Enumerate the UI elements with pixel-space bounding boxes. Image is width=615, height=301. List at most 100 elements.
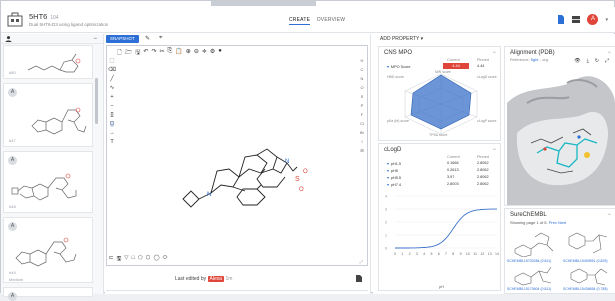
atom-br-icon[interactable]: Br — [360, 130, 364, 135]
clogd-row[interactable]: ▾ pH5.5 — [387, 175, 402, 181]
refresh-icon[interactable]: ↻ — [595, 58, 599, 64]
minus-icon[interactable]: − — [607, 50, 611, 56]
mpo-score-row[interactable]: ▾ MPO Score — [387, 64, 411, 70]
eye-icon[interactable]: 👁 — [574, 58, 580, 64]
text-tool-icon[interactable]: T — [110, 139, 113, 145]
row-label: pH5.5 — [390, 175, 402, 180]
zoom-out-icon[interactable]: ⊖ — [194, 48, 199, 56]
minus-icon[interactable]: − — [93, 36, 97, 42]
atom-h-icon[interactable]: H — [361, 58, 364, 63]
svg-text:S: S — [295, 176, 300, 183]
atom-f-icon[interactable]: F — [361, 112, 363, 117]
arrow-tool-icon[interactable]: → — [109, 130, 115, 136]
minus-icon[interactable]: − — [492, 50, 496, 56]
open-icon[interactable]: 🗁 — [125, 48, 132, 56]
minus-icon[interactable]: − — [492, 147, 496, 153]
snapshot-button[interactable]: SNAPSHOT — [106, 35, 139, 43]
hexagon-icon[interactable]: ⬡ — [146, 255, 151, 264]
pagination-links[interactable]: Prev Next — [549, 220, 567, 225]
radar-label: cLogD score — [477, 75, 497, 79]
clogd-row[interactable]: ▾ pH7.4 — [387, 182, 401, 188]
tab-create[interactable]: CREATE — [289, 17, 311, 25]
atom-s-icon[interactable]: S — [361, 94, 364, 99]
pin-icon[interactable]: ✎ — [145, 35, 150, 42]
square-icon[interactable]: □ — [132, 255, 135, 264]
atom-p-icon[interactable]: P — [361, 103, 364, 108]
atom-o-icon[interactable]: O — [360, 85, 363, 90]
compound-card[interactable]: A #48 — [3, 151, 93, 213]
y-tick-label: 1 — [385, 234, 387, 238]
expand-icon[interactable]: ⤢ — [605, 58, 609, 64]
grid-icon[interactable] — [572, 15, 581, 24]
paste-icon[interactable]: 📋 — [175, 48, 182, 56]
clogd-row[interactable]: ▾ pH1.5 — [387, 161, 402, 167]
x-tick-label: 14 — [495, 252, 499, 256]
atom-i-icon[interactable]: I — [361, 139, 362, 144]
x-tick-label: 0 — [394, 252, 396, 256]
eraser-icon[interactable]: ⌫ — [108, 67, 116, 73]
zoom-in-icon[interactable]: ⊕ — [186, 48, 191, 56]
charge-minus-icon[interactable]: − — [110, 103, 113, 109]
scrollbar[interactable] — [95, 78, 98, 124]
structure-thumbnail[interactable] — [511, 265, 557, 287]
user-icon[interactable] — [5, 36, 12, 42]
tab-overview[interactable]: OVERVIEW — [317, 17, 345, 23]
save-small-icon[interactable]: 🖫 — [117, 255, 122, 264]
settings-icon[interactable]: ⚙ — [210, 48, 215, 56]
octagon-icon[interactable]: ⬭ — [163, 255, 168, 264]
cut-icon[interactable]: ✂ — [159, 48, 164, 56]
result-id-link[interactable]: SCHEMBL15170604 (0.811) — [507, 287, 551, 291]
structure-thumbnail[interactable] — [565, 227, 611, 257]
last-edited-user[interactable]: Alexa — [207, 276, 225, 282]
clogd-row[interactable]: ▾ pH5 — [387, 168, 398, 174]
result-id-link[interactable]: SCHEMBL15436654 (0.785) — [563, 287, 608, 291]
status-badge: A — [8, 88, 17, 97]
structure-thumbnail[interactable] — [565, 265, 611, 287]
reference-link[interactable]: 5ght — [531, 57, 539, 62]
editor-toolbar: 🗋 🗁 🖫 ↶ ↷ ✂ ⎘ 📋 ⊕ ⊖ ≑ ⚙ ● — [117, 48, 222, 56]
add-property-button[interactable]: ADD PROPERTY ▾ — [380, 36, 423, 42]
template-tool-icon[interactable]: ⊏ — [109, 255, 114, 264]
row-label: pH1.5 — [390, 161, 402, 166]
select-tool-icon[interactable]: ⬚ — [109, 58, 114, 64]
triangle-icon[interactable]: ▽ — [124, 255, 128, 264]
atom-c-icon[interactable]: C — [361, 67, 364, 72]
minus-icon[interactable]: − — [607, 212, 611, 218]
periodic-table-icon[interactable]: ⊞ — [360, 148, 363, 153]
expand-handle-icon[interactable]: ⤢ — [360, 259, 363, 264]
chevron-down-icon: ▾ — [387, 162, 389, 166]
bond-tool-icon[interactable]: ╱ — [110, 76, 113, 82]
bracket-tool-icon[interactable]: [] — [110, 112, 113, 118]
structure-thumbnail[interactable] — [511, 227, 557, 257]
crosshair-icon[interactable]: ⌖ — [159, 35, 162, 42]
align-icon[interactable]: ≑ — [202, 48, 207, 56]
pentagon-icon[interactable]: ⬠ — [138, 255, 143, 264]
copy-icon[interactable]: ⎘ — [168, 48, 173, 56]
compound-card[interactable]: A #47 — [3, 83, 93, 147]
chevron-down-icon[interactable]: ▾ — [605, 17, 608, 23]
drawing-canvas[interactable]: 🗋 🗁 🖫 ↶ ↷ ✂ ⎘ 📋 ⊕ ⊖ ≑ ⚙ ● ⬚ ⌫ ╱ ∿ + − []… — [106, 45, 368, 266]
atom-cl-icon[interactable]: Cl — [360, 121, 364, 126]
download-icon[interactable]: ⤓ — [587, 58, 589, 64]
undo-icon[interactable]: ↶ — [143, 48, 148, 56]
document-icon[interactable] — [356, 275, 362, 282]
compound-card[interactable]: A — [3, 287, 93, 301]
compound-card[interactable]: #80 — [3, 45, 93, 79]
protein-3d-view[interactable] — [507, 73, 615, 205]
result-id-link[interactable]: SCHEMBL15409551 (0.825) — [563, 259, 608, 263]
heptagon-icon[interactable]: ◯ — [153, 255, 159, 264]
help-icon[interactable]: ● — [218, 48, 222, 56]
new-doc-icon[interactable]: 🗋 — [117, 48, 122, 56]
result-id-link[interactable]: SCHEMBL15700284 (0.811) — [507, 259, 551, 263]
document-icon[interactable] — [557, 15, 565, 24]
charge-plus-icon[interactable]: + — [110, 94, 113, 100]
x-tick-label: 1 — [401, 252, 403, 256]
atom-n-icon[interactable]: N — [361, 76, 364, 81]
chevron-down-icon: ▾ — [387, 183, 389, 187]
chain-tool-icon[interactable]: ∿ — [110, 85, 115, 91]
save-icon[interactable]: 🖫 — [135, 48, 140, 56]
compound-card[interactable]: A #49 Medium — [3, 217, 93, 283]
ring-tool-icon[interactable]: ⬡ — [109, 121, 115, 127]
redo-icon[interactable]: ↷ — [151, 48, 156, 56]
avatar[interactable]: A — [587, 14, 599, 25]
